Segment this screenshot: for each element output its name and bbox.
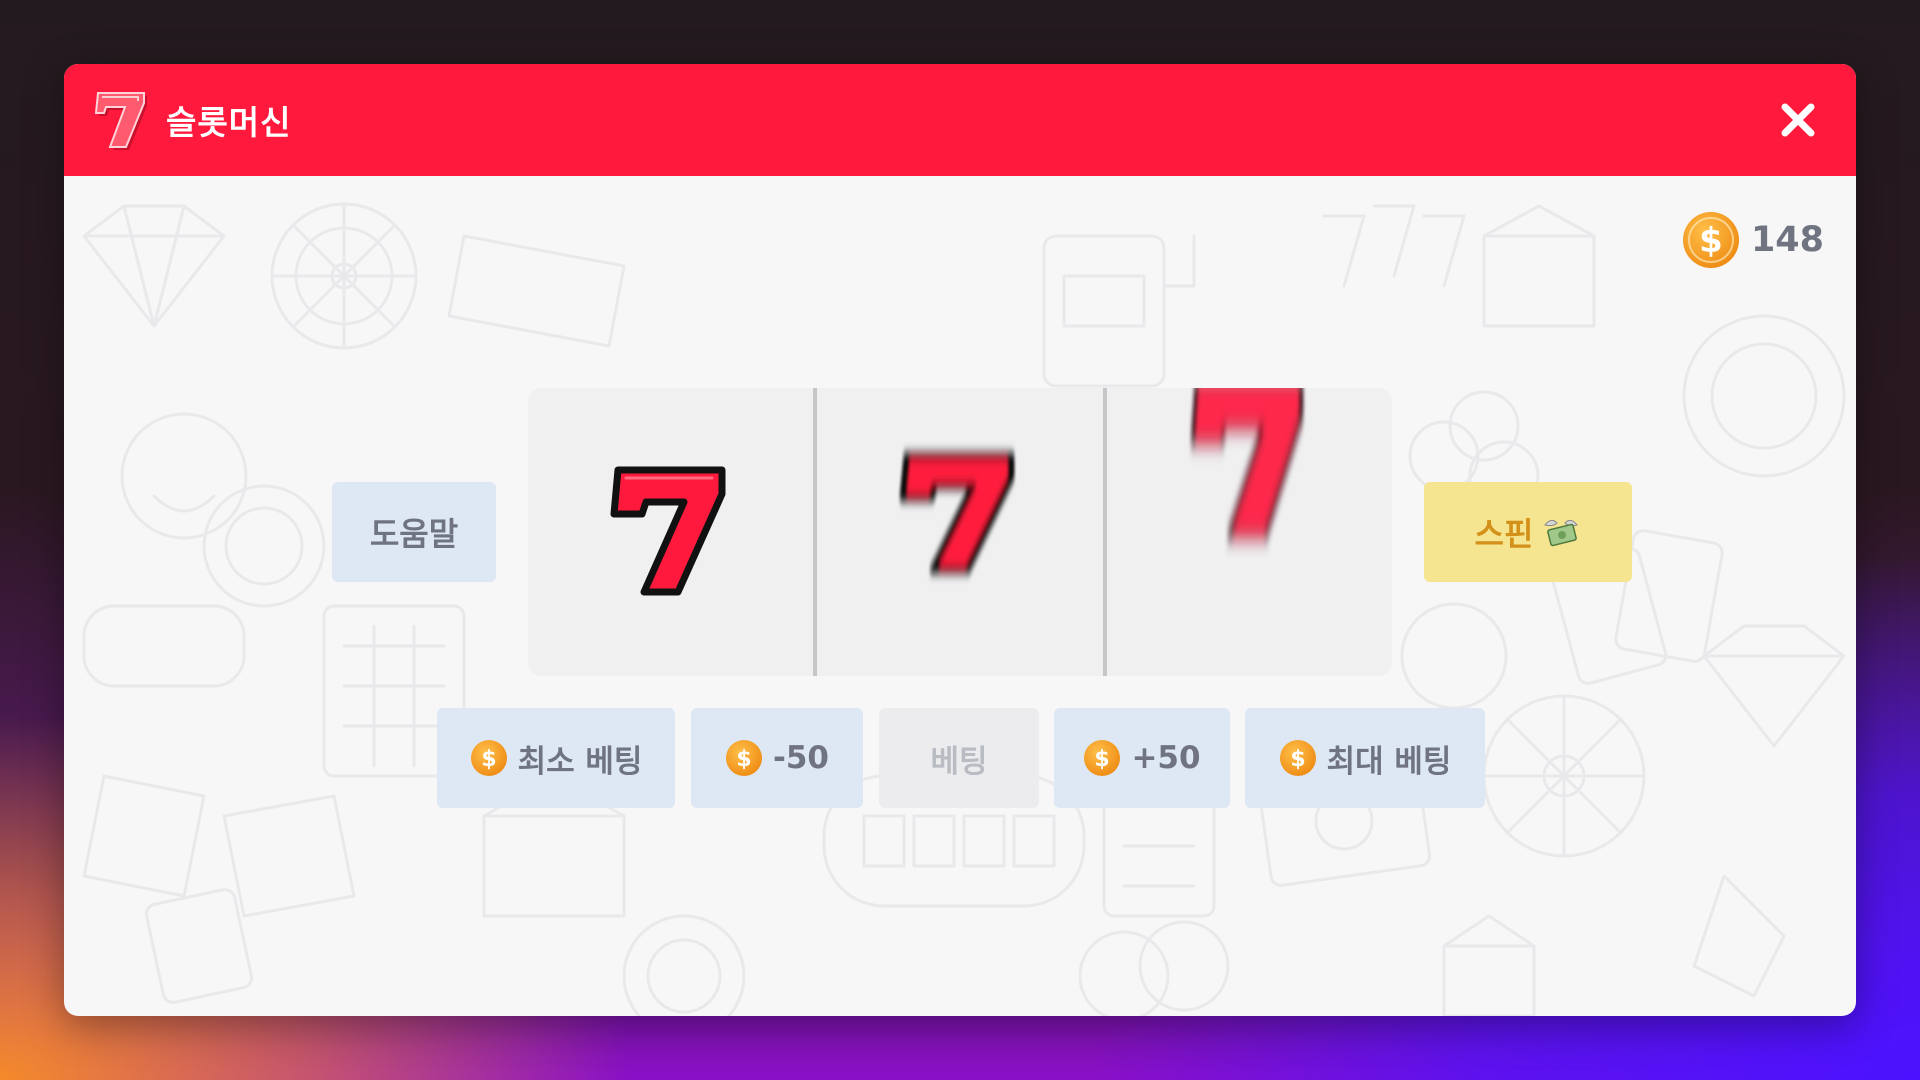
svg-text:$: $ [1095, 747, 1110, 772]
max-bet-button[interactable]: $ 최대 베팅 [1245, 708, 1485, 808]
svg-text:$: $ [1699, 221, 1723, 261]
reel-1 [528, 388, 813, 676]
seven-symbol-blurred-icon [899, 452, 1015, 574]
lucky-seven-icon [94, 92, 147, 150]
spin-button-label: 스핀 [1474, 515, 1534, 553]
seven-symbol-blurred-icon [1190, 388, 1304, 539]
increase-bet-label: +50 [1131, 740, 1201, 776]
reel-window [528, 388, 1392, 676]
coin-icon: $ [1084, 740, 1121, 776]
coin-icon: $ [1682, 212, 1739, 268]
svg-text:$: $ [481, 747, 496, 772]
seven-symbol-icon [610, 466, 726, 596]
reel-3 [1102, 388, 1392, 676]
bet-display: 베팅 [879, 708, 1039, 808]
decrease-bet-button[interactable]: $ -50 [691, 708, 863, 808]
reel-2 [813, 388, 1102, 676]
close-icon[interactable] [1778, 100, 1818, 140]
title-bar: 슬롯머신 [64, 64, 1856, 176]
max-bet-label: 최대 베팅 [1326, 743, 1452, 780]
money-wings-icon [1544, 519, 1579, 547]
svg-text:$: $ [1290, 747, 1305, 772]
min-bet-button[interactable]: $ 최소 베팅 [437, 708, 675, 808]
help-button-label: 도움말 [369, 515, 459, 553]
increase-bet-button[interactable]: $ +50 [1054, 708, 1230, 808]
game-area: $ 148 도움말 스핀 $ 최소 베팅 $ -50 베팅 $ +50 $ 최대… [64, 176, 1856, 1016]
svg-text:$: $ [736, 747, 751, 772]
coin-icon: $ [1279, 740, 1316, 776]
coin-balance: $ 148 [1681, 210, 1824, 270]
help-button[interactable]: 도움말 [332, 482, 496, 582]
slot-machine-window: 슬롯머신 $ 148 도움말 스핀 $ 최소 베팅 $ -50 베팅 $ +50… [64, 64, 1856, 1016]
balance-value: 148 [1750, 220, 1824, 260]
min-bet-label: 최소 베팅 [517, 743, 643, 780]
coin-icon: $ [725, 740, 762, 776]
decrease-bet-label: -50 [772, 740, 829, 776]
spin-button[interactable]: 스핀 [1424, 482, 1632, 582]
window-title: 슬롯머신 [166, 103, 292, 142]
bet-label: 베팅 [930, 743, 988, 780]
coin-icon: $ [470, 740, 507, 776]
